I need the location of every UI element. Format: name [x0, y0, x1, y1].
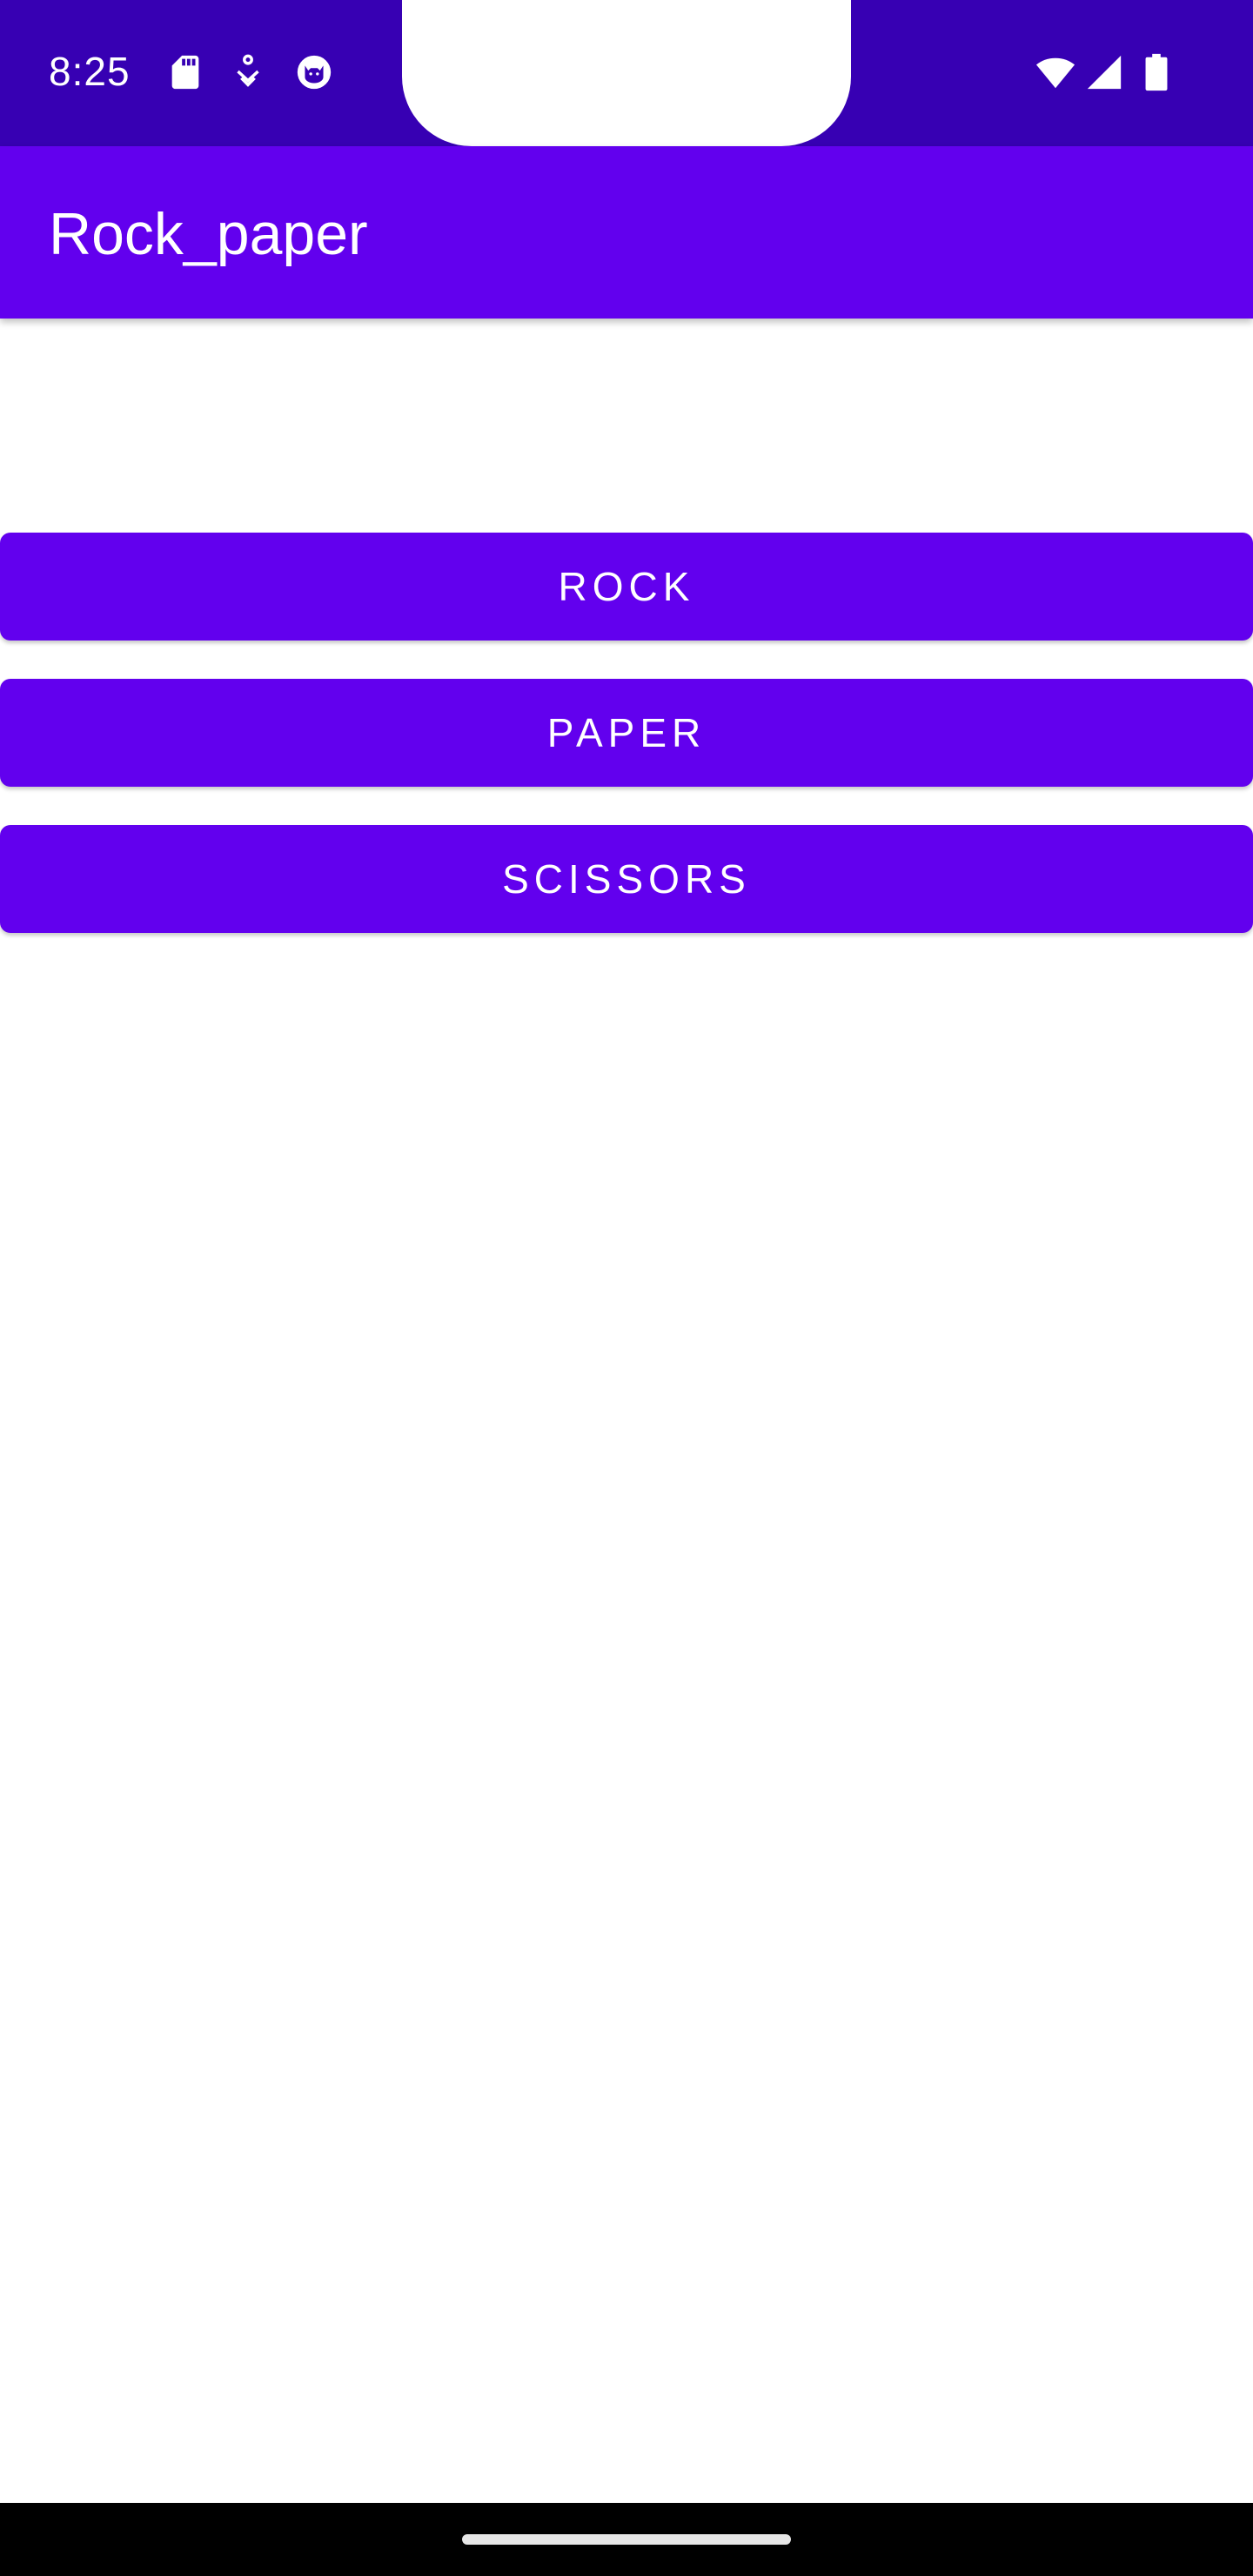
wifi-icon — [1032, 52, 1079, 92]
status-bar: 8:25 — [0, 0, 1253, 148]
battery-icon — [1142, 52, 1171, 92]
cat-face-icon — [294, 52, 334, 92]
display-notch — [402, 0, 851, 146]
app-bar: Rock_paper — [0, 146, 1253, 319]
navigation-bar — [0, 2503, 1253, 2576]
rock-button[interactable]: ROCK — [0, 533, 1253, 641]
accessibility-icon — [228, 52, 268, 92]
sd-card-icon — [165, 52, 205, 92]
paper-button[interactable]: PAPER — [0, 679, 1253, 787]
signal-icon — [1082, 52, 1126, 92]
status-time: 8:25 — [49, 49, 131, 94]
home-handle[interactable] — [462, 2534, 791, 2545]
app-title: Rock_paper — [49, 201, 368, 267]
scissors-button[interactable]: SCISSORS — [0, 825, 1253, 933]
